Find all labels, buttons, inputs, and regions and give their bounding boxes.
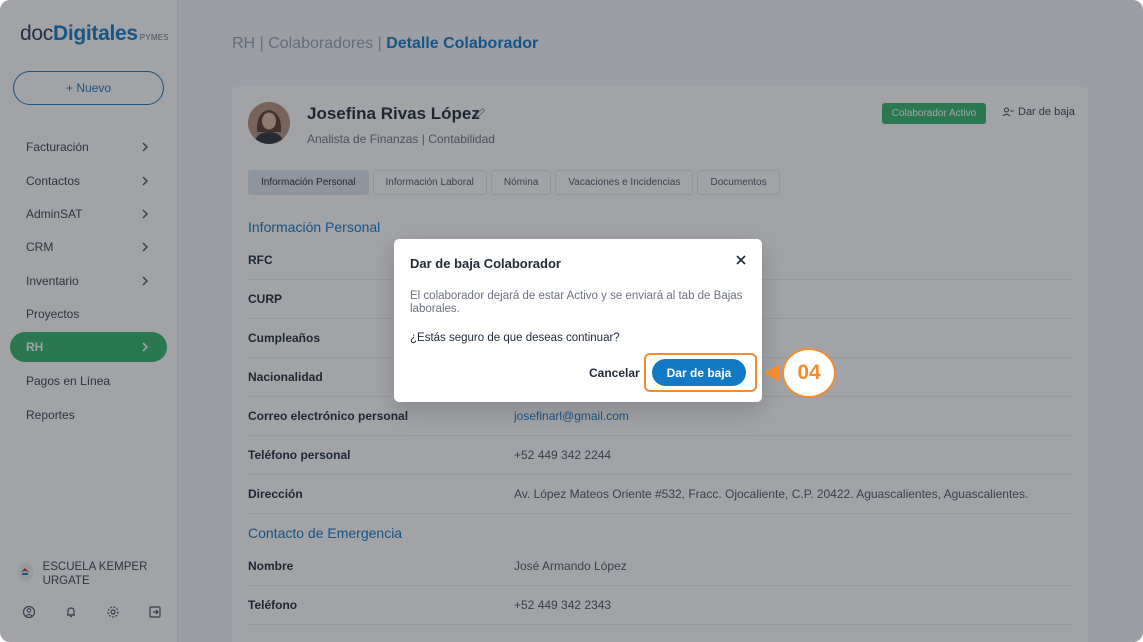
- cancel-button[interactable]: Cancelar: [589, 366, 640, 380]
- confirm-deactivate-button[interactable]: Dar de baja: [652, 359, 746, 386]
- deactivate-dialog: Dar de baja Colaborador El colaborador d…: [394, 239, 762, 402]
- dialog-title: Dar de baja Colaborador: [410, 256, 561, 271]
- app-frame: docDigitales PYMES + Nuevo Facturación Co…: [0, 0, 1143, 642]
- step-number-badge: 04: [782, 348, 836, 398]
- dialog-question: ¿Estás seguro de que deseas continuar?: [410, 332, 620, 344]
- step-pointer-arrow: [764, 364, 780, 382]
- dialog-message: El colaborador dejará de estar Activo y …: [410, 290, 743, 315]
- close-icon[interactable]: [734, 253, 748, 267]
